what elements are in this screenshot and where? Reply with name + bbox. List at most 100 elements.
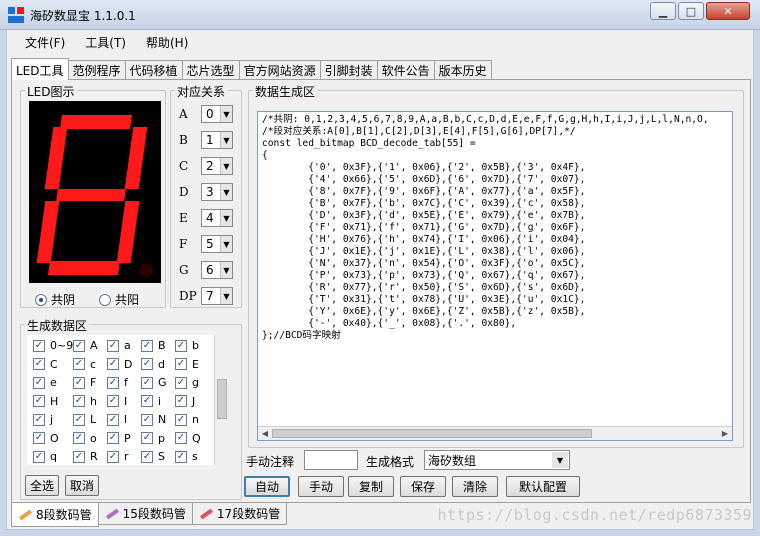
checkbox[interactable]: ✓ — [33, 450, 45, 463]
chevron-down-icon[interactable]: ▼ — [220, 132, 232, 148]
checkbox[interactable]: ✓ — [73, 413, 85, 426]
checkbox[interactable]: ✓ — [107, 358, 119, 370]
gen-data-checkbox-item[interactable]: ✓ c — [73, 358, 96, 371]
tab-chip-select[interactable]: 芯片选型 — [181, 60, 240, 80]
gen-data-checkbox-item[interactable]: ✓ i — [141, 395, 161, 408]
mapping-select[interactable]: 4 ▼ — [201, 209, 233, 227]
checkbox[interactable]: ✓ — [175, 413, 187, 426]
checkbox[interactable]: ✓ — [141, 395, 153, 407]
gen-data-checkbox-item[interactable]: ✓ B — [141, 339, 166, 352]
checkbox[interactable]: ✓ — [141, 358, 153, 370]
close-button[interactable]: ✕ — [706, 2, 750, 20]
mapping-select[interactable]: 6 ▼ — [201, 261, 233, 279]
checkbox[interactable]: ✓ — [141, 376, 153, 389]
chevron-down-icon[interactable]: ▼ — [220, 236, 232, 252]
gen-data-checkbox-item[interactable]: ✓ o — [73, 432, 97, 445]
gen-data-checkbox-item[interactable]: ✓ l — [107, 413, 127, 426]
manual-comment-input[interactable] — [304, 450, 358, 470]
gen-data-checkbox-item[interactable]: ✓ G — [141, 376, 167, 389]
gen-data-checkbox-item[interactable]: ✓ e — [33, 376, 57, 389]
code-hscroll-thumb[interactable] — [272, 429, 592, 438]
gen-data-checkbox-item[interactable]: ✓ q — [33, 450, 57, 463]
gen-data-checkbox-item[interactable]: ✓ R — [73, 450, 98, 463]
gen-data-checkbox-item[interactable]: ✓ S — [141, 450, 165, 463]
checkbox[interactable]: ✓ — [141, 413, 153, 426]
menu-help[interactable]: 帮助(H) — [138, 32, 196, 53]
menu-tools[interactable]: 工具(T) — [77, 32, 134, 53]
chevron-down-icon[interactable]: ▼ — [220, 210, 232, 226]
checkbox[interactable]: ✓ — [73, 395, 85, 407]
gen-data-checkbox-item[interactable]: ✓ H — [33, 395, 58, 408]
gen-data-checkbox-item[interactable]: ✓ f — [107, 376, 128, 389]
mapping-select[interactable]: 1 ▼ — [201, 131, 233, 149]
tab-8-segment[interactable]: 8段数码管 — [11, 503, 99, 527]
gen-data-checkbox-item[interactable]: ✓ A — [73, 339, 98, 352]
checkbox[interactable]: ✓ — [175, 395, 187, 407]
minimize-button[interactable]: ▁ — [650, 2, 676, 20]
checkbox[interactable]: ✓ — [107, 450, 119, 463]
checkbox[interactable]: ✓ — [73, 450, 85, 463]
checkbox[interactable]: ✓ — [33, 432, 45, 444]
gen-data-checkbox-item[interactable]: ✓ N — [141, 413, 166, 426]
checkbox[interactable]: ✓ — [107, 339, 119, 352]
select-all-button[interactable]: 全选 — [25, 475, 59, 496]
clear-button[interactable]: 清除 — [452, 476, 498, 497]
checkbox[interactable]: ✓ — [107, 376, 119, 389]
tab-pin-package[interactable]: 引脚封装 — [319, 60, 378, 80]
checkbox[interactable]: ✓ — [33, 395, 45, 407]
gen-data-checkbox-item[interactable]: ✓ Q — [175, 432, 201, 445]
auto-button[interactable]: 自动 — [244, 476, 290, 497]
common-anode-radio[interactable] — [99, 293, 112, 306]
gen-data-checkbox-item[interactable]: ✓ C — [33, 358, 58, 371]
gen-data-checkbox-item[interactable]: ✓ b — [175, 339, 199, 352]
mapping-select[interactable]: 0 ▼ — [201, 105, 233, 123]
deselect-button[interactable]: 取消 — [65, 475, 99, 496]
default-config-button[interactable]: 默认配置 — [506, 476, 580, 497]
chevron-down-icon[interactable]: ▼ — [220, 106, 232, 122]
checkbox[interactable]: ✓ — [141, 450, 153, 463]
gen-data-checkbox-item[interactable]: ✓ E — [175, 358, 199, 371]
checkbox[interactable]: ✓ — [175, 450, 187, 463]
chevron-down-icon[interactable]: ▼ — [220, 158, 232, 174]
gen-data-checkbox-item[interactable]: ✓ d — [141, 358, 165, 371]
mapping-select[interactable]: 7 ▼ — [201, 287, 233, 305]
maximize-button[interactable]: □ — [678, 2, 704, 20]
gen-data-checkbox-item[interactable]: ✓ s — [175, 450, 198, 463]
manual-button[interactable]: 手动 — [298, 476, 344, 497]
tab-examples[interactable]: 范例程序 — [67, 60, 126, 80]
tab-announcement[interactable]: 软件公告 — [376, 60, 435, 80]
checkbox[interactable]: ✓ — [73, 432, 85, 444]
checkbox[interactable]: ✓ — [73, 376, 85, 389]
checkbox[interactable]: ✓ — [73, 339, 85, 352]
gen-data-checkbox-item[interactable]: ✓ L — [73, 413, 96, 426]
checkbox[interactable]: ✓ — [175, 358, 187, 370]
checkbox[interactable]: ✓ — [141, 432, 153, 444]
checkbox[interactable]: ✓ — [33, 413, 45, 426]
mapping-select[interactable]: 3 ▼ — [201, 183, 233, 201]
gen-data-checkbox-item[interactable]: ✓ g — [175, 376, 199, 389]
checkbox[interactable]: ✓ — [73, 358, 85, 370]
tab-version-history[interactable]: 版本历史 — [433, 60, 492, 80]
scroll-left-icon[interactable]: ◀ — [258, 427, 272, 440]
scroll-thumb[interactable] — [217, 379, 227, 419]
checkbox[interactable]: ✓ — [175, 339, 187, 352]
gen-data-checkbox-item[interactable]: ✓ a — [107, 339, 131, 352]
code-output-textarea[interactable]: /*共阴: 0,1,2,3,4,5,6,7,8,9,A,a,B,b,C,c,D,… — [257, 111, 733, 441]
gen-data-checkbox-item[interactable]: ✓ F — [73, 376, 96, 389]
checkbox[interactable]: ✓ — [33, 358, 45, 370]
mapping-select[interactable]: 2 ▼ — [201, 157, 233, 175]
chevron-down-icon[interactable]: ▼ — [220, 262, 232, 278]
tab-15-segment[interactable]: 15段数码管 — [97, 503, 193, 525]
tab-led-tool[interactable]: LED工具 — [11, 58, 69, 80]
mapping-select[interactable]: 5 ▼ — [201, 235, 233, 253]
gen-data-checkbox-item[interactable]: ✓ 0~9 — [33, 339, 73, 352]
checkbox[interactable]: ✓ — [175, 432, 187, 444]
scroll-right-icon[interactable]: ▶ — [718, 427, 732, 440]
gen-data-checkbox-item[interactable]: ✓ J — [175, 395, 195, 408]
gen-data-checkbox-item[interactable]: ✓ D — [107, 358, 132, 371]
gen-data-checkbox-item[interactable]: ✓ j — [33, 413, 53, 426]
gen-data-checkbox-item[interactable]: ✓ h — [73, 395, 97, 408]
tab-17-segment[interactable]: 17段数码管 — [191, 503, 288, 525]
checklist-scrollbar[interactable] — [214, 335, 227, 465]
gen-data-checkbox-item[interactable]: ✓ r — [107, 450, 129, 463]
